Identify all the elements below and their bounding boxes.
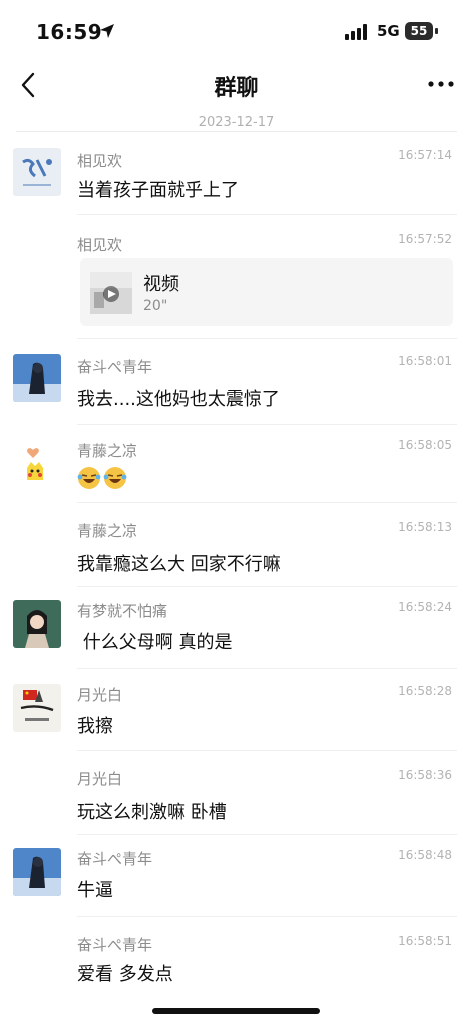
message-text[interactable]: 玩这么刺激嘛 卧槽 bbox=[77, 798, 227, 824]
message-divider bbox=[77, 502, 457, 503]
message-divider bbox=[77, 916, 457, 917]
video-thumbnail[interactable] bbox=[90, 272, 132, 314]
video-label: 视频 bbox=[143, 274, 179, 295]
video-duration: 20" bbox=[143, 298, 168, 314]
message-divider bbox=[77, 668, 457, 669]
message-divider bbox=[77, 214, 457, 215]
message-text[interactable]: 当着孩子面就乎上了 bbox=[77, 176, 239, 202]
sender-name: 青藤之凉 bbox=[77, 442, 138, 460]
avatar[interactable] bbox=[13, 440, 61, 488]
date-divider bbox=[16, 131, 457, 132]
status-time: 16:59 bbox=[36, 20, 103, 44]
sender-name: 有梦就不怕痛 bbox=[77, 602, 168, 620]
message-time: 16:57:52 bbox=[398, 232, 452, 246]
message-time: 16:58:36 bbox=[398, 768, 452, 782]
nav-bar: 群聊 bbox=[0, 62, 473, 108]
message-divider bbox=[77, 750, 457, 751]
message-time: 16:58:05 bbox=[398, 438, 452, 452]
avatar[interactable] bbox=[13, 600, 61, 648]
message-divider bbox=[77, 834, 457, 835]
chat-title: 群聊 bbox=[214, 76, 259, 101]
message-time: 16:58:51 bbox=[398, 934, 452, 948]
message-text[interactable]: 爱看 多发点 bbox=[77, 960, 173, 986]
message-time: 16:58:01 bbox=[398, 354, 452, 368]
message-divider bbox=[77, 424, 457, 425]
battery-icon: 55 bbox=[405, 22, 439, 40]
sender-name: 相见欢 bbox=[77, 236, 123, 254]
laughing-crying-emoji-icon bbox=[77, 467, 101, 489]
video-message-card[interactable]: 视频 20" bbox=[80, 258, 453, 326]
cellular-signal-icon bbox=[345, 24, 367, 40]
message-text[interactable]: 牛逼 bbox=[77, 876, 113, 902]
message-time: 16:58:13 bbox=[398, 520, 452, 534]
message-divider bbox=[77, 338, 457, 339]
avatar[interactable] bbox=[13, 684, 61, 732]
date-separator: 2023-12-17 bbox=[198, 115, 275, 130]
laughing-crying-emoji-icon bbox=[103, 467, 127, 489]
message-text[interactable]: 我靠瘾这么大 回家不行嘛 bbox=[77, 550, 281, 576]
message-divider bbox=[77, 586, 457, 587]
avatar[interactable] bbox=[13, 848, 61, 896]
message-time: 16:57:14 bbox=[398, 148, 452, 162]
message-text[interactable]: 什么父母啊 真的是 bbox=[77, 628, 233, 654]
message-text[interactable]: 我擦 bbox=[77, 712, 113, 738]
home-indicator[interactable] bbox=[152, 1008, 320, 1014]
sender-name: 相见欢 bbox=[77, 152, 123, 170]
emoji-row[interactable] bbox=[77, 466, 137, 492]
message-time: 16:58:48 bbox=[398, 848, 452, 862]
sender-name: 奋斗ぺ青年 bbox=[77, 850, 153, 868]
message-time: 16:58:24 bbox=[398, 600, 452, 614]
status-bar: 16:59 5G 55 bbox=[0, 0, 473, 62]
sender-name: 奋斗ぺ青年 bbox=[77, 936, 153, 954]
network-type: 5G bbox=[377, 22, 400, 40]
message-text[interactable]: 我去....这他妈也太震惊了 bbox=[77, 385, 280, 411]
message-time: 16:58:28 bbox=[398, 684, 452, 698]
more-options-icon[interactable] bbox=[426, 74, 456, 94]
sender-name: 月光白 bbox=[77, 686, 123, 704]
location-arrow-icon bbox=[100, 24, 114, 38]
avatar[interactable] bbox=[13, 148, 61, 196]
battery-level: 55 bbox=[410, 24, 428, 38]
sender-name: 奋斗ぺ青年 bbox=[77, 358, 153, 376]
avatar[interactable] bbox=[13, 354, 61, 402]
sender-name: 青藤之凉 bbox=[77, 522, 138, 540]
sender-name: 月光白 bbox=[77, 770, 123, 788]
